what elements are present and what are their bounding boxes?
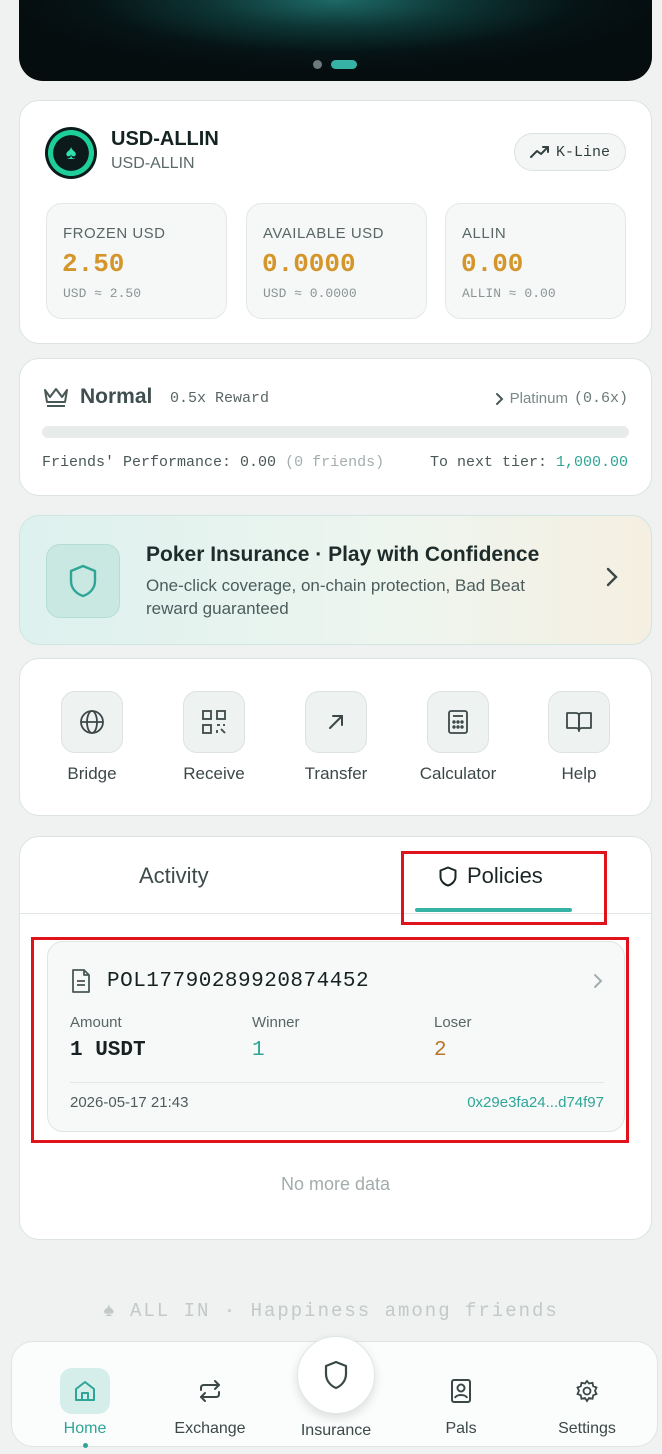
friends-count: (0 friends) [285, 454, 385, 471]
tab-activity[interactable]: Activity [139, 863, 209, 889]
stat-sub: USD ≈ 0.0000 [263, 286, 357, 301]
nav-exchange[interactable]: Exchange [155, 1368, 265, 1438]
home-icon [60, 1368, 110, 1414]
nav-insurance[interactable] [297, 1336, 375, 1414]
carousel-dot[interactable] [313, 60, 322, 69]
nav-label: Settings [558, 1420, 616, 1437]
calculator-icon [427, 691, 489, 753]
stat-sub: ALLIN ≈ 0.00 [462, 286, 556, 301]
stat-value: 0.0000 [262, 249, 356, 279]
book-icon [548, 691, 610, 753]
records-card: Activity Policies POL17790289920874452 A… [19, 836, 652, 1240]
crown-icon [44, 388, 68, 407]
action-transfer[interactable]: Transfer [281, 691, 391, 784]
nav-home[interactable]: Home [30, 1368, 140, 1448]
stat-value: 0.00 [461, 249, 524, 279]
action-label: Bridge [67, 764, 117, 783]
action-label: Help [561, 764, 597, 783]
highlight-box [31, 937, 629, 1143]
action-calculator[interactable]: Calculator [403, 691, 513, 784]
tier-card: Normal 0.5x Reward Platinum (0.6x) Frien… [19, 358, 652, 496]
action-help[interactable]: Help [524, 691, 634, 784]
stat-allin: ALLIN 0.00 ALLIN ≈ 0.00 [445, 203, 626, 319]
next-tier-value: 1,000.00 [555, 454, 628, 471]
action-label: Transfer [304, 764, 368, 783]
token-subtitle: USD-ALLIN [111, 155, 195, 172]
stat-available-usd: AVAILABLE USD 0.0000 USD ≈ 0.0000 [246, 203, 427, 319]
friends-value: 0.00 [240, 454, 277, 471]
next-tier-name: Platinum [509, 390, 568, 407]
gear-icon [562, 1368, 612, 1414]
action-label: Receive [183, 764, 245, 783]
tier-progress-bar [42, 426, 629, 438]
insurance-promo-title: Poker Insurance · Play with Confidence [146, 543, 540, 566]
kline-label: K-Line [555, 143, 610, 161]
active-indicator [82, 1443, 88, 1448]
hero-banner[interactable] [19, 0, 652, 81]
exchange-icon [185, 1368, 235, 1414]
action-receive[interactable]: Receive [159, 691, 269, 784]
carousel-dot-active[interactable] [331, 60, 357, 69]
chevron-right-icon [495, 392, 504, 405]
action-label: Calculator [419, 764, 497, 783]
tier-reward: 0.5x Reward [170, 390, 270, 407]
nav-label: Pals [445, 1420, 477, 1437]
token-logo: ♠ [45, 127, 97, 179]
shield-icon [46, 544, 120, 618]
chevron-right-icon [606, 567, 618, 587]
stat-label: AVAILABLE USD [263, 225, 384, 242]
next-tier-multiplier: (0.6x) [573, 390, 628, 407]
nav-settings[interactable]: Settings [532, 1368, 642, 1438]
nav-label: Exchange [174, 1420, 246, 1437]
nav-pals[interactable]: Pals [406, 1368, 516, 1438]
arrow-up-right-icon [305, 691, 367, 753]
next-tier-link[interactable]: Platinum (0.6x) [494, 390, 628, 407]
next-tier-remaining: To next tier: 1,000.00 [430, 454, 628, 471]
stat-label: ALLIN [462, 225, 507, 242]
next-tier-label: To next tier: [429, 454, 547, 471]
bottom-nav: Home Exchange Insurance Pals Settings [11, 1336, 658, 1448]
contacts-icon [436, 1368, 486, 1414]
footer-slogan: ♠ ALL IN · Happiness among friends [103, 1300, 559, 1322]
stat-frozen-usd: FROZEN USD 2.50 USD ≈ 2.50 [46, 203, 227, 319]
qr-code-icon [183, 691, 245, 753]
token-card: ♠ USD-ALLIN USD-ALLIN K-Line FROZEN USD … [19, 100, 652, 344]
friends-performance: Friends' Performance: 0.00 (0 friends) [42, 454, 384, 471]
no-more-data: No more data [280, 1174, 391, 1194]
friends-label: Friends' Performance: [42, 454, 232, 471]
stat-label: FROZEN USD [63, 225, 166, 242]
nav-insurance-label[interactable]: Insurance [276, 1422, 396, 1440]
trending-up-icon [529, 146, 549, 158]
action-bridge[interactable]: Bridge [37, 691, 147, 784]
spade-icon: ♠ [65, 142, 77, 164]
tier-name: Normal [80, 385, 153, 408]
insurance-promo-description: One-click coverage, on-chain protection,… [146, 576, 525, 618]
kline-button[interactable]: K-Line [514, 133, 626, 171]
highlight-box [401, 851, 607, 925]
stat-sub: USD ≈ 2.50 [63, 286, 142, 301]
quick-actions: Bridge Receive Transfer Calculator Help [19, 658, 652, 816]
shield-icon [324, 1360, 348, 1390]
token-name: USD-ALLIN [111, 128, 219, 150]
insurance-promo-card[interactable]: Poker Insurance · Play with Confidence O… [19, 515, 652, 645]
stat-value: 2.50 [62, 249, 125, 279]
globe-icon [61, 691, 123, 753]
nav-label: Home [63, 1420, 107, 1437]
